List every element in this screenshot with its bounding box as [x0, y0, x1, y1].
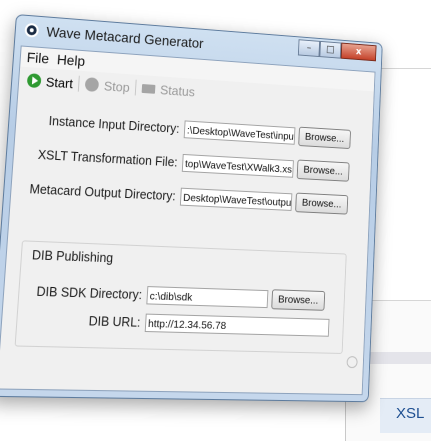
- dib-url-label: DIB URL:: [88, 313, 141, 330]
- window-title: Wave Metacard Generator: [45, 23, 204, 52]
- minimize-button[interactable]: –: [297, 39, 321, 58]
- xslt-file-row: XSLT Transformation File: top\WaveTest\X…: [23, 144, 350, 182]
- start-button[interactable]: Start: [26, 73, 74, 91]
- menu-help[interactable]: Help: [56, 51, 85, 69]
- menu-file[interactable]: File: [26, 49, 49, 67]
- dib-publishing-label: DIB Publishing: [31, 247, 114, 266]
- app-window-frame: Wave Metacard Generator – □ x File Help …: [0, 14, 383, 403]
- background-tab-label: XSL: [396, 405, 425, 422]
- app-window: Wave Metacard Generator – □ x File Help …: [0, 14, 383, 403]
- instance-input-field[interactable]: :\Desktop\WaveTest\input: [183, 120, 296, 145]
- status-label: Status: [159, 81, 196, 99]
- instance-input-row: Instance Input Directory: :\Desktop\Wave…: [26, 109, 351, 150]
- toolbar-separator: [134, 79, 137, 96]
- window-controls: – □ x: [297, 39, 377, 62]
- toolbar-separator: [78, 75, 81, 92]
- dib-publishing-group: DIB Publishing DIB SDK Directory: c:\dib…: [14, 240, 347, 354]
- maximize-button[interactable]: □: [319, 40, 342, 59]
- status-button[interactable]: Status: [141, 81, 196, 99]
- stop-button[interactable]: Stop: [85, 77, 130, 95]
- stop-label: Stop: [103, 77, 131, 95]
- stop-icon: [85, 77, 100, 93]
- xslt-file-browse-button[interactable]: Browse...: [296, 159, 350, 182]
- play-icon: [26, 73, 42, 89]
- instance-input-label: Instance Input Directory:: [48, 113, 180, 136]
- dib-url-field[interactable]: http://12.34.56.78: [144, 313, 330, 337]
- dib-url-row: DIB URL: http://12.34.56.78: [21, 310, 330, 337]
- dib-sdk-label: DIB SDK Directory:: [36, 284, 143, 303]
- metacard-output-field[interactable]: Desktop\WaveTest\output: [179, 187, 293, 211]
- status-icon: [141, 83, 156, 94]
- xslt-file-label: XSLT Transformation File:: [37, 147, 178, 170]
- close-button[interactable]: x: [340, 42, 377, 62]
- dib-sdk-browse-button[interactable]: Browse...: [271, 289, 326, 311]
- dib-sdk-row: DIB SDK Directory: c:\dib\sdk Browse...: [23, 281, 326, 311]
- xslt-file-field[interactable]: top\WaveTest\XWalk3.xslt: [181, 153, 294, 178]
- metacard-output-browse-button[interactable]: Browse...: [295, 192, 349, 215]
- client-area: File Help Start Stop Status Instance Inp…: [0, 45, 376, 396]
- start-label: Start: [45, 73, 74, 91]
- metacard-output-label: Metacard Output Directory:: [29, 181, 177, 204]
- metacard-output-row: Metacard Output Directory: Desktop\WaveT…: [21, 179, 349, 215]
- resize-grip[interactable]: [346, 356, 358, 369]
- instance-input-browse-button[interactable]: Browse...: [298, 126, 351, 150]
- background-tab: XSL: [380, 398, 431, 433]
- dib-sdk-field[interactable]: c:\dib\sdk: [146, 286, 269, 309]
- app-icon: [24, 22, 40, 38]
